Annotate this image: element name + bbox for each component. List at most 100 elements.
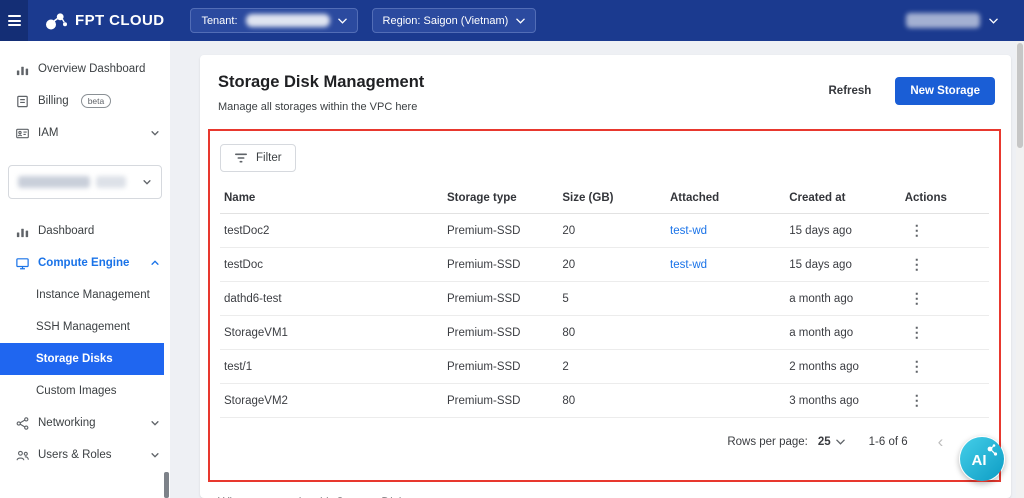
filter-button[interactable]: Filter: [220, 144, 296, 172]
region-select[interactable]: Region: Saigon (Vietnam): [372, 8, 537, 33]
kebab-menu-icon[interactable]: ⋮: [905, 324, 929, 340]
beta-badge: beta: [81, 94, 112, 108]
bar-chart-icon: [14, 61, 30, 77]
tenant-select[interactable]: Tenant:: [190, 8, 357, 33]
sidebar-item-billing[interactable]: Billing beta: [0, 85, 170, 117]
cell-name: dathd6-test: [220, 282, 443, 316]
cell-storage-type: Premium-SSD: [443, 350, 558, 384]
bar-chart-icon: [14, 223, 30, 239]
page-subtitle: Manage all storages within the VPC here: [218, 101, 424, 113]
sidebar-item-label: Storage Disks: [36, 353, 113, 365]
sidebar-item-label: Custom Images: [36, 385, 117, 397]
screen: FPT CLOUD Tenant: Region: Saigon (Vietna…: [0, 0, 1024, 498]
cell-attached: test-wd: [666, 214, 785, 248]
table-row: StorageVM2 Premium-SSD 80 3 months ago ⋮: [220, 384, 989, 418]
sidebar-item-dashboard[interactable]: Dashboard: [0, 215, 170, 247]
chevron-down-icon: [150, 450, 160, 460]
chevron-down-icon: [338, 18, 347, 24]
sidebar-item-label: Networking: [38, 417, 96, 429]
table-row: testDoc Premium-SSD 20 test-wd 15 days a…: [220, 248, 989, 282]
id-card-icon: [14, 125, 30, 141]
cell-attached: test-wd: [666, 248, 785, 282]
page-scrollbar[interactable]: [1016, 41, 1024, 498]
cell-attached: [666, 316, 785, 350]
menu-toggle-button[interactable]: [0, 0, 28, 41]
cell-created-at: 15 days ago: [785, 248, 897, 282]
table-row: StorageVM1 Premium-SSD 80 a month ago ⋮: [220, 316, 989, 350]
kebab-menu-icon[interactable]: ⋮: [905, 256, 929, 272]
sidebar-item-ssh-management[interactable]: SSH Management: [0, 311, 170, 343]
cell-actions: ⋮: [897, 282, 989, 316]
refresh-button[interactable]: Refresh: [823, 84, 878, 98]
kebab-menu-icon[interactable]: ⋮: [905, 392, 929, 408]
cell-created-at: 2 months ago: [785, 350, 897, 384]
annotation-highlight: Filter Name Storage type Size (GB) Attac…: [208, 129, 1001, 482]
vpc-select[interactable]: [8, 165, 162, 199]
chevron-down-icon: [142, 177, 152, 187]
sidebar-item-iam[interactable]: IAM: [0, 117, 170, 149]
cell-created-at: 15 days ago: [785, 214, 897, 248]
cell-size: 5: [558, 282, 666, 316]
cell-size: 80: [558, 316, 666, 350]
kebab-menu-icon[interactable]: ⋮: [905, 222, 929, 238]
page-scrollbar-thumb[interactable]: [1017, 43, 1023, 148]
user-menu[interactable]: [898, 8, 1006, 34]
pagination: Rows per page: 25 1-6 of 6 ‹ ›: [220, 418, 989, 474]
storage-disk-card: Storage Disk Management Manage all stora…: [200, 55, 1011, 498]
sidebar-item-label: Users & Roles: [38, 449, 112, 461]
sidebar-item-users-roles[interactable]: Users & Roles: [0, 439, 170, 471]
users-icon: [14, 447, 30, 463]
sidebar-item-label: Overview Dashboard: [38, 63, 145, 75]
cell-name: test/1: [220, 350, 443, 384]
kebab-menu-icon[interactable]: ⋮: [905, 358, 929, 374]
page-title: Storage Disk Management: [218, 73, 424, 92]
chevron-up-icon: [150, 258, 160, 268]
cell-storage-type: Premium-SSD: [443, 384, 558, 418]
attached-instance-link[interactable]: test-wd: [670, 225, 707, 237]
sidebar-item-networking[interactable]: Networking: [0, 407, 170, 439]
cell-created-at: 3 months ago: [785, 384, 897, 418]
ai-button-label: AI: [972, 452, 987, 469]
vpc-value-redacted: [96, 176, 126, 188]
sidebar-item-overview-dashboard[interactable]: Overview Dashboard: [0, 53, 170, 85]
cell-attached: [666, 384, 785, 418]
column-header-actions: Actions: [897, 183, 989, 214]
cell-name: StorageVM1: [220, 316, 443, 350]
tenant-label: Tenant:: [201, 15, 237, 27]
rows-per-page-value: 25: [818, 436, 831, 448]
sidebar-item-storage-disks[interactable]: Storage Disks: [0, 343, 164, 375]
filter-label: Filter: [256, 152, 282, 164]
cell-actions: ⋮: [897, 214, 989, 248]
cell-size: 20: [558, 248, 666, 282]
cell-name: StorageVM2: [220, 384, 443, 418]
column-header-created-at: Created at: [785, 183, 897, 214]
cell-size: 20: [558, 214, 666, 248]
sidebar-item-custom-images[interactable]: Custom Images: [0, 375, 170, 407]
vpc-value-redacted: [18, 176, 90, 188]
attached-instance-link[interactable]: test-wd: [670, 259, 707, 271]
cell-storage-type: Premium-SSD: [443, 248, 558, 282]
region-label: Region: Saigon (Vietnam): [383, 15, 509, 27]
cell-created-at: a month ago: [785, 316, 897, 350]
chevron-down-icon: [989, 18, 998, 24]
chevron-down-icon: [150, 418, 160, 428]
cell-actions: ⋮: [897, 350, 989, 384]
main-content: Storage Disk Management Manage all stora…: [170, 41, 1024, 498]
sidebar-item-instance-management[interactable]: Instance Management: [0, 279, 170, 311]
cell-storage-type: Premium-SSD: [443, 282, 558, 316]
cell-actions: ⋮: [897, 384, 989, 418]
chevron-down-icon: [150, 128, 160, 138]
new-storage-button[interactable]: New Storage: [895, 77, 995, 105]
sidebar-item-compute-engine[interactable]: Compute Engine: [0, 247, 170, 279]
pagination-range: 1-6 of 6: [869, 436, 908, 448]
sidebar-item-label: IAM: [38, 127, 58, 139]
rows-per-page-select[interactable]: 25: [818, 436, 845, 448]
cell-actions: ⋮: [897, 248, 989, 282]
sidebar-scrollbar-thumb[interactable]: [164, 472, 169, 498]
table-row: testDoc2 Premium-SSD 20 test-wd 15 days …: [220, 214, 989, 248]
sidebar-item-label: Instance Management: [36, 289, 150, 301]
previous-page-button[interactable]: ‹: [938, 433, 944, 450]
billing-icon: [14, 93, 30, 109]
ai-assistant-button[interactable]: AI: [959, 436, 1005, 482]
kebab-menu-icon[interactable]: ⋮: [905, 290, 929, 306]
